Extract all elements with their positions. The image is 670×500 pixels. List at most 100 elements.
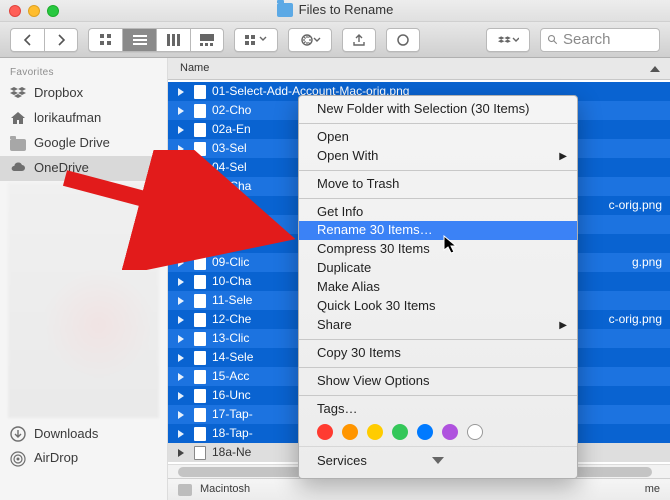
tag-color[interactable] <box>317 424 333 440</box>
file-icon <box>194 389 206 403</box>
menu-item-move-to-trash[interactable]: Move to Trash <box>299 175 577 194</box>
list-view[interactable] <box>122 28 156 52</box>
disclosure-icon <box>178 316 184 324</box>
sidebar: Favorites DropboxlorikaufmanGoogle Drive… <box>0 58 168 500</box>
search-icon <box>547 34 559 46</box>
sidebar-item-label: Dropbox <box>34 85 83 102</box>
file-name-suffix: c-orig.png <box>609 198 662 214</box>
context-menu[interactable]: New Folder with Selection (30 Items) Open… <box>298 95 578 479</box>
menu-item-tags[interactable]: Tags… <box>299 400 577 419</box>
nav-buttons <box>10 28 78 52</box>
disclosure-icon <box>178 373 184 381</box>
file-name: 14-Sele <box>212 350 253 366</box>
sidebar-item-dropbox[interactable]: Dropbox <box>0 81 167 106</box>
chevron-right-icon: ▶ <box>559 319 567 332</box>
sidebar-item-label: Downloads <box>34 426 98 443</box>
menu-item-rename-30-items[interactable]: Rename 30 Items… <box>299 221 577 240</box>
file-name: 17-Tap- <box>212 407 253 423</box>
file-icon <box>194 294 206 308</box>
file-icon <box>194 85 206 99</box>
dropbox-icon <box>10 85 26 101</box>
file-icon <box>194 332 206 346</box>
file-name: 18-Tap- <box>212 426 253 442</box>
menu-item-new-folder-with-selection-30-items[interactable]: New Folder with Selection (30 Items) <box>299 100 577 119</box>
menu-scroll-down[interactable]: Services <box>299 446 577 474</box>
menu-separator <box>299 395 577 396</box>
tag-color[interactable] <box>442 424 458 440</box>
gallery-view[interactable] <box>190 28 224 52</box>
forward-button[interactable] <box>44 28 78 52</box>
share-button[interactable] <box>342 28 376 52</box>
window-title: Files to Rename <box>0 2 670 19</box>
back-button[interactable] <box>10 28 44 52</box>
toolbar: Search <box>0 22 670 58</box>
view-mode <box>88 28 224 52</box>
menu-item-show-view-options[interactable]: Show View Options <box>299 372 577 391</box>
file-name: 13-Clic <box>212 331 249 347</box>
dropbox-toolbar[interactable] <box>486 28 530 52</box>
sidebar-item-airdrop[interactable]: AirDrop <box>0 446 167 471</box>
menu-separator <box>299 123 577 124</box>
menu-item-open[interactable]: Open <box>299 128 577 147</box>
file-icon <box>194 408 206 422</box>
folder-icon <box>10 135 26 151</box>
disclosure-icon <box>178 126 184 134</box>
disclosure-icon <box>178 449 184 457</box>
title-bar: Files to Rename <box>0 0 670 22</box>
column-name: Name <box>180 61 209 75</box>
file-icon <box>194 123 206 137</box>
chevron-right-icon: ▶ <box>559 150 567 163</box>
menu-separator <box>299 198 577 199</box>
file-name: 11-Sele <box>212 293 252 309</box>
search-field[interactable]: Search <box>540 28 660 52</box>
disclosure-icon <box>178 411 184 419</box>
menu-item-peek: Services <box>317 453 367 470</box>
action-menu[interactable] <box>288 28 332 52</box>
tag-color[interactable] <box>417 424 433 440</box>
sidebar-item-label: AirDrop <box>34 450 78 467</box>
sidebar-heading: Favorites <box>0 64 167 81</box>
menu-separator <box>299 367 577 368</box>
disclosure-icon <box>178 354 184 362</box>
file-name: 02a-En <box>212 122 251 138</box>
tag-color[interactable] <box>342 424 358 440</box>
menu-item-duplicate[interactable]: Duplicate <box>299 259 577 278</box>
menu-item-get-info[interactable]: Get Info <box>299 203 577 222</box>
menu-item-make-alias[interactable]: Make Alias <box>299 278 577 297</box>
path-device: Macintosh <box>200 482 250 496</box>
tag-color[interactable] <box>367 424 383 440</box>
sidebar-item-lorikaufman[interactable]: lorikaufman <box>0 106 167 131</box>
disclosure-icon <box>178 88 184 96</box>
folder-icon <box>277 3 293 17</box>
menu-item-share[interactable]: Share▶ <box>299 316 577 335</box>
group-by[interactable] <box>234 28 278 52</box>
downloads-icon <box>10 426 26 442</box>
cloud-icon <box>10 160 26 176</box>
tags-button[interactable] <box>386 28 420 52</box>
menu-item-open-with[interactable]: Open With▶ <box>299 147 577 166</box>
disclosure-icon <box>178 297 184 305</box>
menu-item-quick-look-30-items[interactable]: Quick Look 30 Items <box>299 297 577 316</box>
menu-item-copy-30-items[interactable]: Copy 30 Items <box>299 344 577 363</box>
file-name: 10-Cha <box>212 274 251 290</box>
column-header[interactable]: Name <box>168 58 670 80</box>
sidebar-item-downloads[interactable]: Downloads <box>0 422 167 447</box>
hd-icon <box>178 484 192 496</box>
file-name: 15-Acc <box>212 369 249 385</box>
tag-color[interactable] <box>392 424 408 440</box>
file-icon <box>194 104 206 118</box>
icon-view[interactable] <box>88 28 122 52</box>
tag-color-row <box>299 418 577 444</box>
menu-separator <box>299 170 577 171</box>
path-bar[interactable]: Macintosh me <box>168 478 670 500</box>
column-view[interactable] <box>156 28 190 52</box>
callout-arrow <box>55 150 305 270</box>
sort-indicator-icon <box>650 66 660 72</box>
menu-separator <box>299 339 577 340</box>
disclosure-icon <box>178 278 184 286</box>
title-text: Files to Rename <box>299 2 394 19</box>
menu-item-compress-30-items[interactable]: Compress 30 Items <box>299 240 577 259</box>
file-name-suffix: g.png <box>632 255 662 271</box>
tag-color[interactable] <box>467 424 483 440</box>
file-icon <box>194 313 206 327</box>
